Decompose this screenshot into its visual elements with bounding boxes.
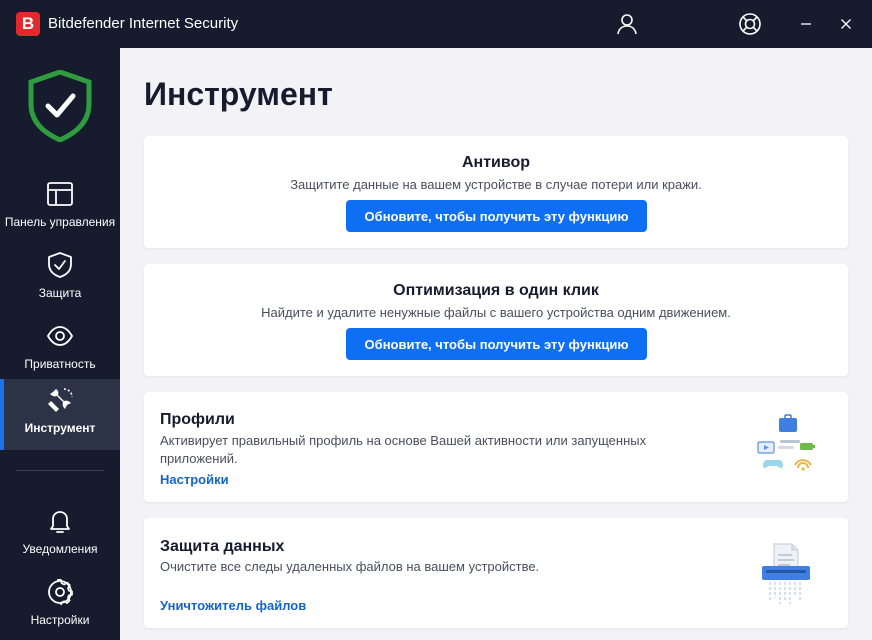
sidebar-item-label: Защита (38, 286, 82, 300)
close-button[interactable] (834, 12, 858, 36)
sidebar-item-utilities[interactable]: Инструмент (0, 379, 120, 450)
sidebar-item-dashboard[interactable]: Панель управления (0, 173, 120, 244)
data-protection-card: Защита данных Очистите все следы удаленн… (144, 518, 848, 628)
file-shredder-link[interactable]: Уничтожитель файлов (160, 598, 306, 613)
sidebar-item-label: Панель управления (4, 215, 116, 229)
bell-icon (46, 507, 74, 535)
card-title: Защита данных (160, 538, 285, 555)
sidebar-item-label: Приватность (24, 357, 96, 371)
card-description: Найдите и удалите ненужные файлы с вашег… (261, 305, 731, 320)
one-click-optimizer-card: Оптимизация в один клик Найдите и удалит… (144, 264, 848, 376)
sidebar-item-settings[interactable]: Настройки (0, 571, 120, 640)
sidebar-divider (16, 470, 104, 471)
card-title: Профили (160, 411, 235, 428)
profiles-settings-link[interactable]: Настройки (160, 472, 229, 487)
gear-icon (46, 578, 74, 606)
card-title: Антивор (461, 154, 531, 171)
sidebar-item-label: Настройки (30, 613, 90, 627)
sidebar-item-label: Инструмент (24, 421, 96, 435)
protection-status-shield-icon (28, 69, 92, 143)
sidebar-item-privacy[interactable]: Приватность (0, 315, 120, 386)
profiles-illustration-icon (754, 414, 818, 478)
title-bar: B Bitdefender Internet Security (0, 0, 872, 48)
sidebar-item-label: Уведомления (22, 542, 98, 556)
sidebar: Панель управления Защита Приватность Инс… (0, 48, 120, 640)
account-icon[interactable] (615, 12, 639, 36)
card-title: Оптимизация в один клик (393, 282, 599, 299)
app-title: Bitdefender Internet Security (48, 15, 239, 32)
support-icon[interactable] (738, 12, 762, 36)
file-shredder-illustration-icon (754, 542, 818, 606)
eye-icon (46, 322, 74, 350)
minimize-button[interactable] (794, 12, 818, 36)
shield-check-icon (46, 251, 74, 279)
profiles-card: Профили Активирует правильный профиль на… (144, 392, 848, 502)
utilities-icon (46, 386, 74, 414)
main-content: Инструмент Антивор Защитите данные на ва… (120, 48, 872, 640)
card-description: Защитите данные на вашем устройстве в сл… (290, 177, 702, 192)
page-title: Инструмент (144, 76, 333, 112)
sidebar-item-protection[interactable]: Защита (0, 244, 120, 315)
bitdefender-logo: B (16, 12, 40, 36)
dashboard-icon (46, 180, 74, 208)
card-description: Очистите все следы удаленных файлов на в… (160, 559, 540, 574)
upgrade-button[interactable]: Обновите, чтобы получить эту функцию (346, 328, 647, 360)
upgrade-button[interactable]: Обновите, чтобы получить эту функцию (346, 200, 647, 232)
anti-theft-card: Антивор Защитите данные на вашем устройс… (144, 136, 848, 248)
card-description: Активирует правильный профиль на основе … (160, 433, 647, 466)
sidebar-item-notifications[interactable]: Уведомления (0, 500, 120, 571)
